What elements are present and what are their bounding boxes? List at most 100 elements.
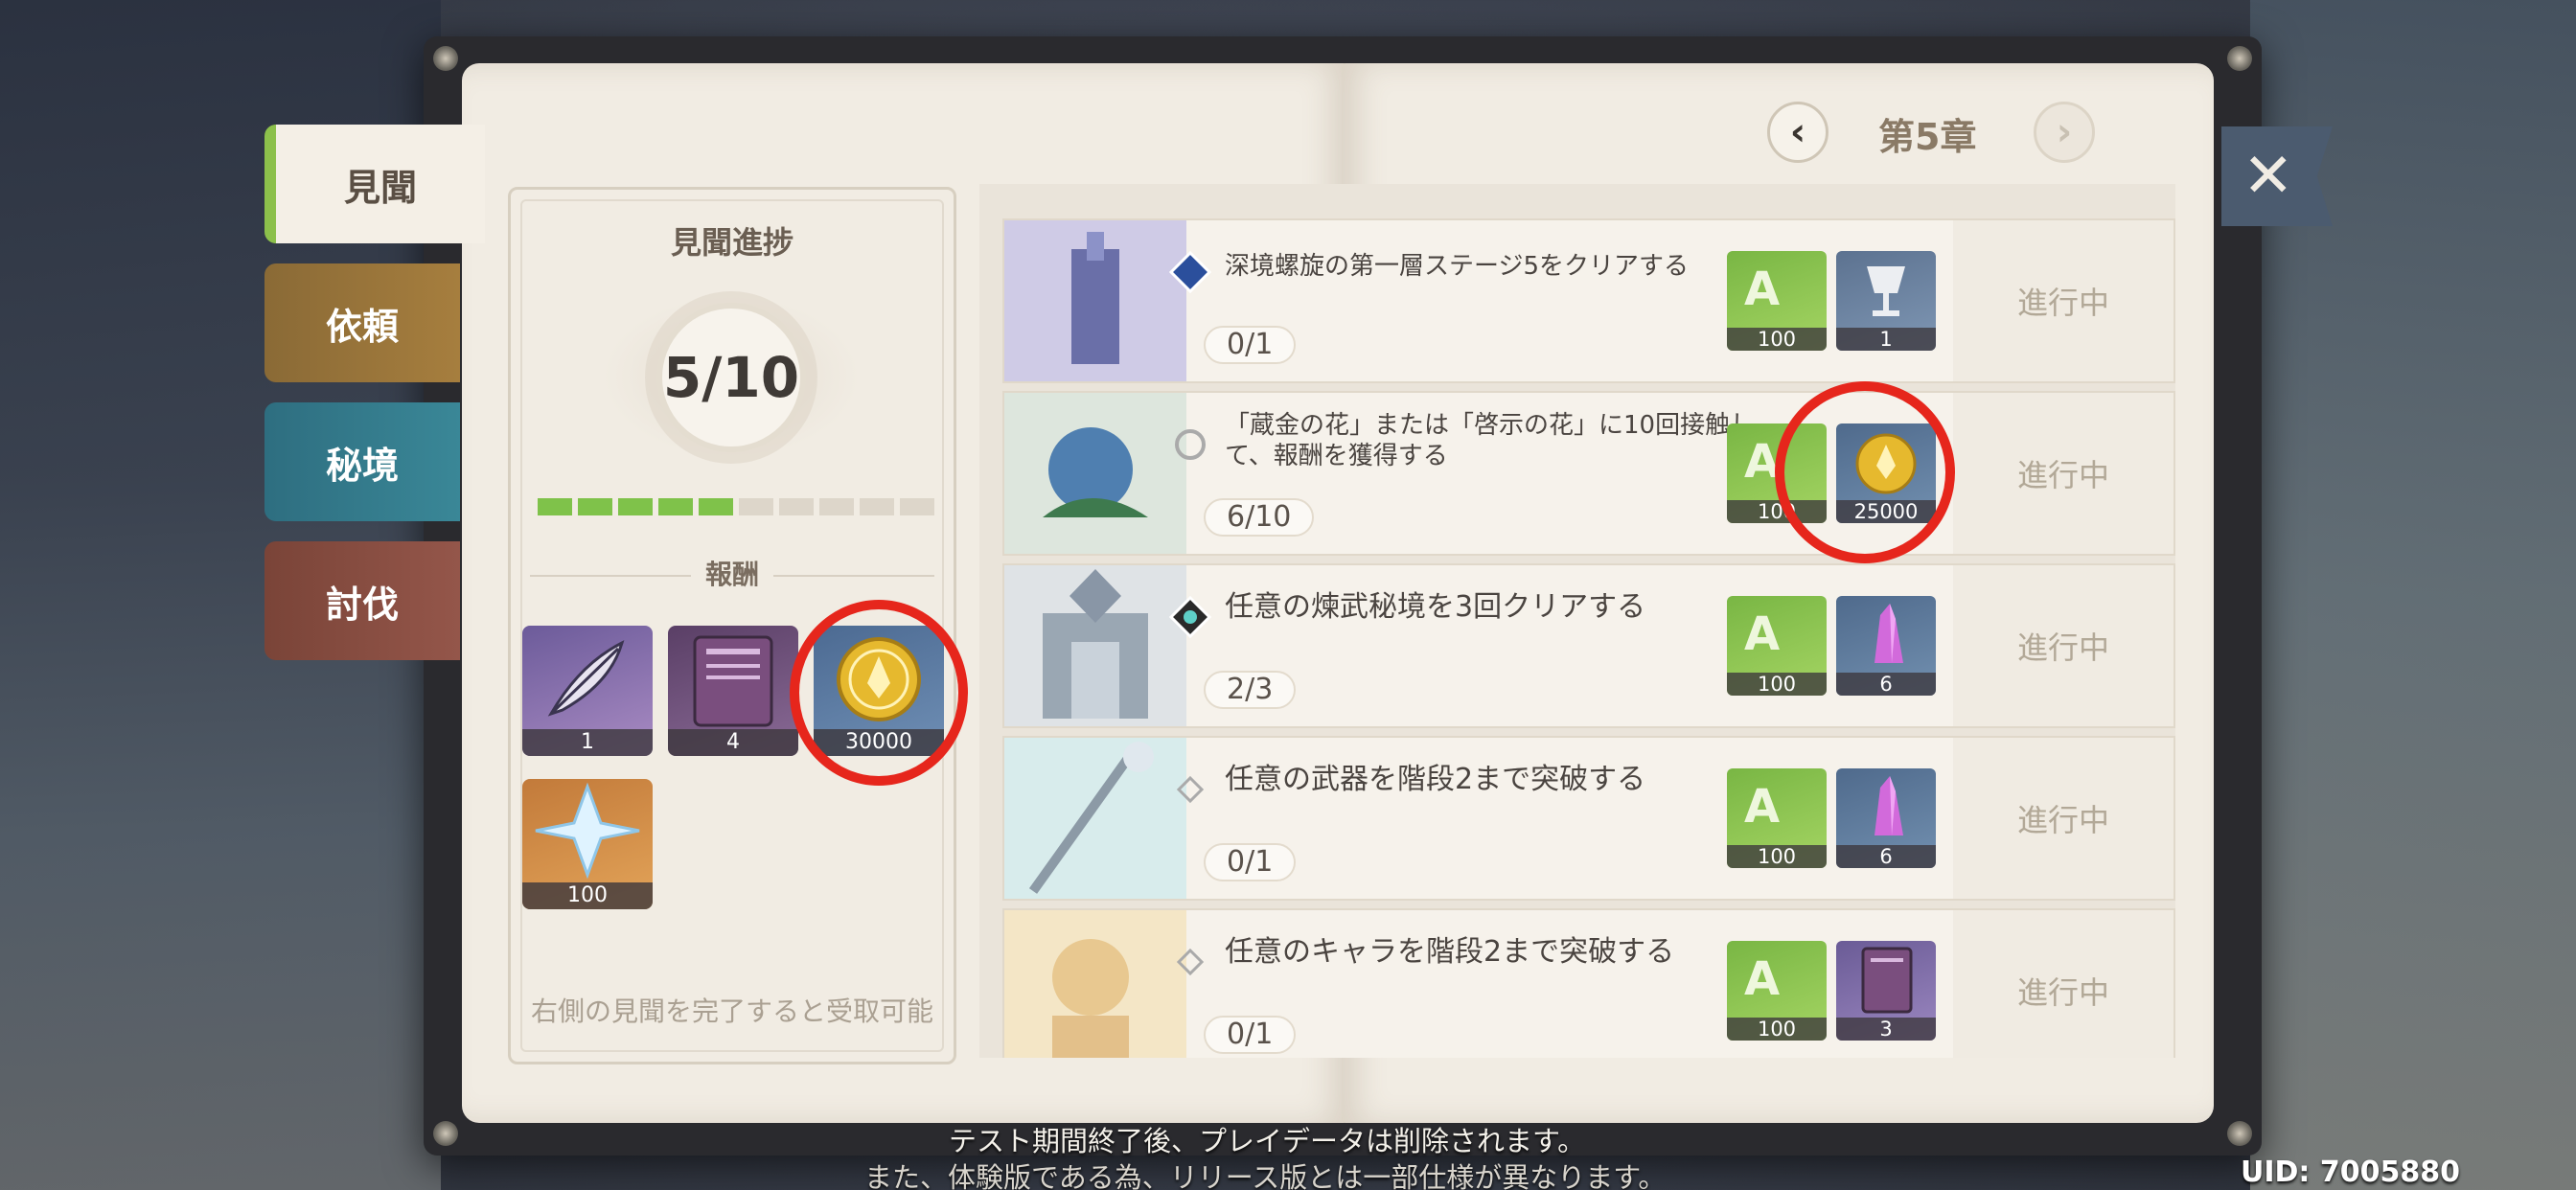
reward-adventure-exp[interactable]: A 100 (1727, 596, 1827, 696)
item-count: 100 (1727, 673, 1827, 696)
progress-segment (618, 498, 653, 515)
task-title: 任意のキャラを階段2まで突破する (1225, 935, 1675, 969)
task-row[interactable]: 任意の煉武秘境を3回クリアする 2/3 A 100 6 進行中 (1002, 563, 2175, 728)
tab-domains[interactable]: 秘境 (264, 402, 460, 521)
highlight-ring (1775, 381, 1955, 563)
reward-adventure-exp[interactable]: A 100 (1727, 941, 1827, 1041)
task-status: 進行中 (1953, 738, 2174, 899)
chapter-title: 第5章 (1878, 116, 1977, 158)
tab-label: 討伐 (325, 583, 399, 626)
item-count: 6 (1836, 673, 1936, 696)
small-diamond-icon (1176, 775, 1205, 804)
item-count: 100 (1727, 845, 1827, 868)
frame-corner (2227, 46, 2252, 71)
tab-label: 秘境 (325, 444, 399, 487)
reward-item-primogem[interactable]: 100 (522, 779, 653, 909)
task-status: 進行中 (1953, 565, 2174, 726)
frame-corner (433, 46, 458, 71)
tab-bosses[interactable]: 討伐 (264, 541, 460, 660)
abyss-diamond-icon (1169, 251, 1211, 293)
task-status: 進行中 (1953, 393, 2174, 554)
tab-label: 依頼 (325, 305, 399, 348)
progress-segment (860, 498, 894, 515)
leyline-icon (1175, 429, 1206, 460)
prev-chapter-button[interactable]: ‹ (1767, 102, 1828, 163)
progress-segment (779, 498, 814, 515)
task-progress: 0/1 (1204, 1016, 1297, 1054)
reward-label: 報酬 (704, 559, 759, 590)
item-count: 6 (1836, 845, 1936, 868)
task-progress: 0/1 (1204, 843, 1297, 881)
item-count: 3 (1836, 1018, 1936, 1041)
progress-segment (699, 498, 733, 515)
highlight-ring (790, 600, 968, 786)
adventure-exp-icon: A (1744, 952, 1781, 1006)
crystal-icon (1874, 776, 1903, 835)
reward-adventure-exp[interactable]: A 100 (1727, 251, 1827, 351)
task-title: 任意の武器を階段2まで突破する (1225, 763, 1646, 796)
progress-segment (900, 498, 934, 515)
book-icon (1861, 947, 1913, 1014)
domain-icon (1169, 596, 1211, 638)
task-row[interactable]: 任意のキャラを階段2まで突破する 0/1 A 100 3 進行中 (1002, 908, 2175, 1058)
item-count: 100 (522, 882, 653, 909)
item-count: 1 (1836, 328, 1936, 351)
task-status: 進行中 (1953, 220, 2174, 381)
reward-book[interactable]: 3 (1836, 941, 1936, 1041)
flower-thumbnail (1004, 393, 1186, 554)
spiral-abyss-thumbnail (1004, 220, 1186, 381)
reward-item-feather[interactable]: 1 (522, 626, 653, 756)
reward-goblet[interactable]: 1 (1836, 251, 1936, 351)
task-status: 進行中 (1953, 910, 2174, 1058)
player-uid: UID: 7005880 (2241, 1156, 2460, 1189)
reward-crystal[interactable]: 6 (1836, 596, 1936, 696)
progress-title: 見聞進捗 (670, 224, 794, 261)
goblet-icon (1867, 266, 1905, 316)
item-count: 4 (668, 729, 798, 756)
progress-segment (819, 498, 854, 515)
crystal-icon (1874, 604, 1903, 663)
progress-segment (658, 498, 693, 515)
task-progress: 2/3 (1204, 671, 1297, 709)
task-row[interactable]: 深境螺旋の第一層ステージ5をクリアする 0/1 A 100 1 進行中 (1002, 218, 2175, 383)
adventure-exp-icon: A (1744, 263, 1781, 316)
item-count: 100 (1727, 1018, 1827, 1041)
small-diamond-icon (1176, 948, 1205, 976)
progress-bar (538, 498, 934, 515)
close-icon: ✕ (2242, 141, 2294, 212)
task-row[interactable]: 「蔵金の花」または「啓示の花」に10回接触して、報酬を獲得する 6/10 A 10… (1002, 391, 2175, 556)
task-list[interactable]: 深境螺旋の第一層ステージ5をクリアする 0/1 A 100 1 進行中 「蔵金の花… (979, 184, 2175, 1058)
progress-segment (538, 498, 572, 515)
task-title: 「蔵金の花」または「啓示の花」に10回接触して、報酬を獲得する (1225, 411, 1756, 470)
task-title: 任意の煉武秘境を3回クリアする (1225, 590, 1646, 624)
domain-gate-thumbnail (1004, 565, 1186, 726)
progress-counter: 5/10 (656, 303, 806, 452)
next-chapter-button[interactable]: › (2034, 102, 2095, 163)
item-count: 1 (522, 729, 653, 756)
feather-icon (547, 640, 625, 717)
frame-corner (433, 1121, 458, 1146)
close-button[interactable]: ✕ (2221, 126, 2333, 226)
frame-corner (2227, 1121, 2252, 1146)
reward-item-book[interactable]: 4 (668, 626, 798, 756)
adventure-exp-icon: A (1744, 607, 1781, 661)
tab-label: 見聞 (343, 166, 417, 209)
progress-segment (578, 498, 612, 515)
reward-crystal[interactable]: 6 (1836, 768, 1936, 868)
task-row[interactable]: 任意の武器を階段2まで突破する 0/1 A 100 6 進行中 (1002, 736, 2175, 901)
test-notice-secondary: また、体験版である為、リリース版とは一部仕様が異なります。 (864, 1161, 1667, 1190)
tab-commissions[interactable]: 依頼 (264, 263, 460, 382)
reward-adventure-exp[interactable]: A 100 (1727, 768, 1827, 868)
tab-experience[interactable]: 見聞 (264, 125, 485, 243)
book-icon (693, 635, 773, 727)
primogem-icon (535, 782, 640, 880)
task-progress: 0/1 (1204, 326, 1297, 364)
task-title: 深境螺旋の第一層ステージ5をクリアする (1225, 252, 1690, 281)
item-count: 100 (1727, 328, 1827, 351)
panel-footer-note: 右側の見聞を完了すると受取可能 (530, 995, 933, 1027)
character-thumbnail (1004, 910, 1186, 1058)
adventure-exp-icon: A (1744, 780, 1781, 834)
weapon-thumbnail (1004, 738, 1186, 899)
test-notice: テスト期間終了後、プレイデータは削除されます。 (949, 1125, 1586, 1157)
task-progress: 6/10 (1204, 498, 1315, 537)
